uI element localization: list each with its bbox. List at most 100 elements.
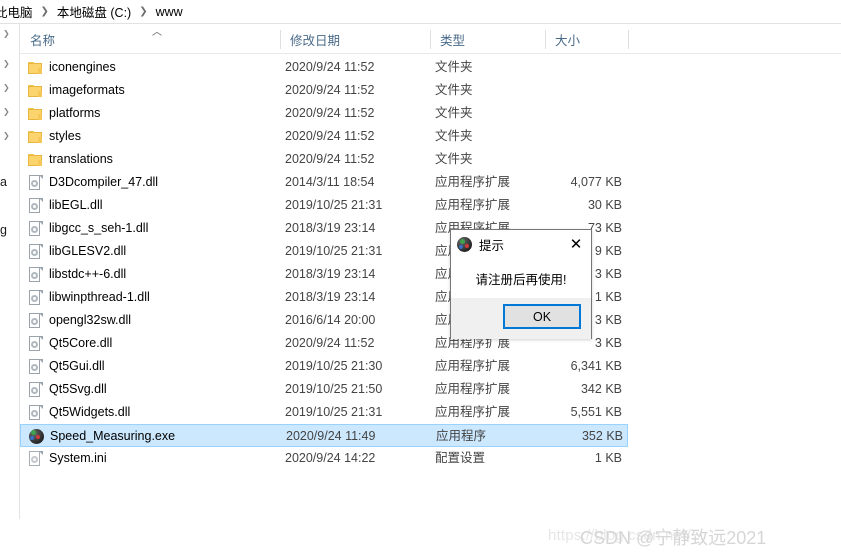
file-name: imageformats	[49, 83, 125, 97]
table-row[interactable]: Qt5Gui.dll 2019/10/25 21:30 应用程序扩展 6,341…	[20, 355, 628, 378]
chevron-right-icon[interactable]: ❯	[3, 30, 10, 38]
table-row[interactable]: Qt5Widgets.dll 2019/10/25 21:31 应用程序扩展 5…	[20, 401, 628, 424]
column-divider[interactable]	[280, 30, 281, 49]
breadcrumb-item-local-disk-c[interactable]: 本地磁盘 (C:)	[56, 2, 132, 21]
table-row[interactable]: translations 2020/9/24 11:52 文件夹	[20, 148, 628, 171]
file-type: 文件夹	[435, 129, 473, 143]
registration-prompt-dialog[interactable]: 提示 ✕ 请注册后再使用! OK	[450, 229, 592, 339]
file-size: 5,551 KB	[570, 405, 622, 419]
folder-icon	[27, 59, 44, 76]
file-size: 352 KB	[581, 429, 623, 443]
file-size	[490, 102, 622, 125]
column-header-divider	[20, 53, 841, 54]
file-type: 文件夹	[435, 152, 473, 166]
folder-icon	[27, 128, 44, 145]
nav-item-label-fragment: g	[0, 223, 7, 237]
file-name: platforms	[49, 106, 101, 120]
file-name: libstdc++-6.dll	[49, 267, 127, 281]
file-size: 1 KB	[594, 451, 622, 465]
file-type: 文件夹	[435, 60, 473, 74]
file-name: libEGL.dll	[49, 198, 103, 212]
file-date: 2020/9/24 11:49	[286, 429, 376, 443]
file-name: Speed_Measuring.exe	[50, 429, 176, 443]
breadcrumb-separator-icon: ❯	[139, 6, 148, 17]
chevron-right-icon[interactable]: ❯	[3, 60, 10, 68]
file-size: 6,341 KB	[570, 359, 622, 373]
file-size	[490, 79, 622, 102]
nav-tree-row[interactable]: ❯	[0, 126, 19, 146]
file-date: 2018/3/19 23:14	[285, 267, 376, 281]
nav-tree-row[interactable]: ❯	[0, 24, 19, 44]
table-row[interactable]: libEGL.dll 2019/10/25 21:31 应用程序扩展 30 KB	[20, 194, 628, 217]
table-row[interactable]: platforms 2020/9/24 11:52 文件夹	[20, 102, 628, 125]
column-header-name[interactable]: 名称	[20, 25, 280, 53]
table-row-selected[interactable]: Speed_Measuring.exe 2020/9/24 11:49 应用程序…	[20, 424, 628, 447]
navigation-pane[interactable]: ❯ ❯ ❯ ❯ ❯ a g	[0, 24, 19, 559]
column-divider[interactable]	[628, 30, 629, 49]
file-size: 4,077 KB	[570, 175, 622, 189]
file-name: Qt5Widgets.dll	[49, 405, 131, 419]
column-header-row: 名称 修改日期 类型 大小 ︿	[20, 25, 841, 53]
address-breadcrumb-bar[interactable]: 此电脑 ❯ 本地磁盘 (C:) ❯ www	[0, 0, 841, 23]
watermark: https://blog.csdn.net/... CSDN @宁静致远2021	[548, 524, 841, 548]
dialog-title-bar[interactable]: 提示 ✕	[451, 230, 591, 258]
file-name: D3Dcompiler_47.dll	[49, 175, 159, 189]
file-date: 2020/9/24 11:52	[285, 83, 375, 97]
address-bar-divider	[0, 23, 841, 24]
breadcrumb-item-this-pc[interactable]: 此电脑	[0, 2, 34, 21]
column-header-size[interactable]: 大小	[545, 25, 628, 53]
file-name: Qt5Gui.dll	[49, 359, 105, 373]
file-type: 配置设置	[435, 451, 486, 465]
breadcrumb-item-www[interactable]: www	[155, 5, 184, 19]
file-size: 30 KB	[587, 198, 622, 212]
close-icon[interactable]: ✕	[561, 230, 591, 258]
dll-file-icon	[27, 220, 44, 237]
file-date: 2014/3/11 18:54	[285, 175, 375, 189]
file-date: 2020/9/24 11:52	[285, 336, 375, 350]
chevron-right-icon[interactable]: ❯	[3, 108, 10, 116]
table-row[interactable]: D3Dcompiler_47.dll 2014/3/11 18:54 应用程序扩…	[20, 171, 628, 194]
dll-file-icon	[27, 404, 44, 421]
file-name: libwinpthread-1.dll	[49, 290, 150, 304]
chevron-right-icon[interactable]: ❯	[3, 84, 10, 92]
file-type: 文件夹	[435, 106, 473, 120]
column-divider[interactable]	[430, 30, 431, 49]
nav-tree-row[interactable]: a	[0, 172, 19, 192]
file-date: 2020/9/24 11:52	[285, 129, 375, 143]
chevron-right-icon[interactable]: ❯	[3, 132, 10, 140]
file-name: opengl32sw.dll	[49, 313, 132, 327]
folder-icon	[27, 82, 44, 99]
dll-file-icon	[27, 381, 44, 398]
file-name: libGLESV2.dll	[49, 244, 127, 258]
file-name: Qt5Core.dll	[49, 336, 113, 350]
column-divider[interactable]	[545, 30, 546, 49]
table-row[interactable]: imageformats 2020/9/24 11:52 文件夹	[20, 79, 628, 102]
file-size	[490, 56, 622, 79]
file-date: 2019/10/25 21:31	[285, 198, 383, 212]
ini-file-icon	[27, 450, 44, 467]
nav-tree-row[interactable]: ❯	[0, 54, 19, 74]
table-row[interactable]: styles 2020/9/24 11:52 文件夹	[20, 125, 628, 148]
ok-button[interactable]: OK	[503, 304, 581, 329]
file-date: 2019/10/25 21:31	[285, 244, 383, 258]
file-date: 2019/10/25 21:30	[285, 359, 383, 373]
dll-file-icon	[27, 243, 44, 260]
dll-file-icon	[27, 289, 44, 306]
file-size: 342 KB	[580, 382, 622, 396]
sort-ascending-icon: ︿	[152, 27, 162, 38]
table-row[interactable]: Qt5Svg.dll 2019/10/25 21:50 应用程序扩展 342 K…	[20, 378, 628, 401]
file-name: styles	[49, 129, 81, 143]
dialog-message: 请注册后再使用!	[475, 272, 567, 287]
folder-icon	[27, 105, 44, 122]
table-row[interactable]: System.ini 2020/9/24 14:22 配置设置 1 KB	[20, 447, 628, 470]
file-list[interactable]: iconengines 2020/9/24 11:52 文件夹 imagefor…	[20, 56, 841, 466]
column-header-type[interactable]: 类型	[430, 25, 545, 53]
nav-tree-row[interactable]: g	[0, 220, 19, 240]
file-date: 2018/3/19 23:14	[285, 290, 376, 304]
column-header-date-modified[interactable]: 修改日期	[280, 25, 430, 53]
nav-tree-row[interactable]: ❯	[0, 78, 19, 98]
nav-tree-row[interactable]: ❯	[0, 102, 19, 122]
dll-file-icon	[27, 358, 44, 375]
file-date: 2020/9/24 11:52	[285, 152, 375, 166]
table-row[interactable]: iconengines 2020/9/24 11:52 文件夹	[20, 56, 628, 79]
